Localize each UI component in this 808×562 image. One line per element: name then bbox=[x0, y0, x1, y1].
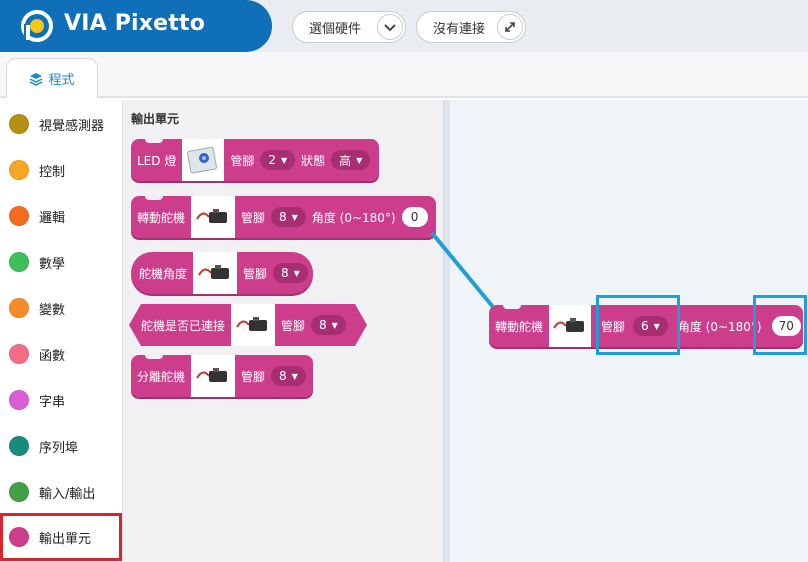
category-color-dot bbox=[9, 114, 29, 134]
block-label: LED 燈 bbox=[137, 153, 177, 168]
block-notch bbox=[145, 195, 163, 200]
servo-motor-icon bbox=[193, 252, 238, 294]
category-label: 控制 bbox=[39, 164, 66, 180]
category-vision-sensor[interactable]: 視覺感測器 bbox=[0, 104, 122, 144]
servo-connected-block[interactable]: 舵機是否已連接 管腳 8 ▼ bbox=[141, 304, 355, 346]
tab-program[interactable]: 程式 bbox=[6, 58, 98, 98]
dropdown-arrow-icon: ▼ bbox=[291, 371, 298, 381]
block-label: 管腳 bbox=[230, 153, 255, 168]
block-label: 轉動舵機 bbox=[137, 210, 186, 225]
angle-input[interactable]: 0 bbox=[401, 207, 428, 227]
block-notch bbox=[145, 354, 163, 359]
select-hardware-button[interactable]: 選個硬件 bbox=[292, 11, 406, 43]
category-label: 變數 bbox=[39, 302, 66, 318]
category-label: 視覺感測器 bbox=[39, 118, 105, 134]
servo-angle-block[interactable]: 舵機角度 管腳 8 ▼ bbox=[131, 252, 313, 294]
pixetto-logo-icon bbox=[21, 10, 53, 42]
logo-area: VIA Pixetto bbox=[0, 0, 272, 52]
block-label: 角度 (0~180°) bbox=[677, 319, 762, 334]
category-color-dot bbox=[9, 298, 29, 318]
category-color-dot bbox=[9, 436, 29, 456]
category-logic[interactable]: 邏輯 bbox=[0, 196, 122, 236]
block-label: 狀態 bbox=[301, 153, 326, 168]
category-functions[interactable]: 函數 bbox=[0, 334, 122, 374]
flyout-title: 輸出單元 bbox=[131, 112, 180, 126]
dropdown-value: 8 bbox=[319, 318, 327, 332]
pin-dropdown[interactable]: 2 ▼ bbox=[260, 150, 296, 170]
servo-rotate-block[interactable]: 轉動舵機 管腳 8 ▼ 角度 (0~180°) 0 bbox=[131, 195, 436, 238]
app-window: VIA Pixetto 選個硬件 沒有連接 程式 視覺感測器 控制 邏輯 數學 … bbox=[0, 0, 808, 562]
category-label: 邏輯 bbox=[39, 210, 66, 226]
dropdown-value: 高 bbox=[339, 153, 352, 168]
pin-dropdown[interactable]: 8 ▼ bbox=[271, 366, 306, 386]
block-label: 舵機是否已連接 bbox=[141, 318, 226, 333]
top-header: VIA Pixetto 選個硬件 沒有連接 bbox=[0, 0, 808, 52]
dropdown-arrow-icon: ▼ bbox=[356, 155, 363, 165]
dropdown-value: 8 bbox=[279, 210, 287, 224]
category-input-output[interactable]: 輸入/輸出 bbox=[0, 472, 122, 512]
connection-button[interactable]: 沒有連接 bbox=[416, 11, 526, 43]
block-label: 角度 (0~180°) bbox=[311, 210, 396, 225]
category-sidebar: 視覺感測器 控制 邏輯 數學 變數 函數 字串 序列埠 輸入/輸出 輸出單元 bbox=[0, 100, 123, 562]
block-label: 管腳 bbox=[241, 369, 266, 384]
category-output-unit[interactable]: 輸出單元 bbox=[0, 513, 122, 561]
block-label: 管腳 bbox=[243, 266, 268, 281]
servo-motor-icon bbox=[191, 355, 236, 397]
led-block[interactable]: LED 燈 管腳 2 ▼ 狀態 高 ▼ bbox=[131, 138, 379, 181]
dropdown-arrow-icon: ▼ bbox=[291, 212, 298, 222]
category-color-dot bbox=[9, 390, 29, 410]
category-color-dot bbox=[9, 482, 29, 502]
block-notch bbox=[145, 138, 163, 143]
dropdown-value: 8 bbox=[281, 266, 289, 280]
dropdown-arrow-icon: ▼ bbox=[293, 268, 300, 278]
state-dropdown[interactable]: 高 ▼ bbox=[331, 150, 371, 170]
category-label: 輸出單元 bbox=[39, 531, 92, 547]
servo-motor-icon bbox=[231, 304, 276, 346]
led-module-icon bbox=[182, 139, 225, 181]
dropdown-value: 8 bbox=[279, 369, 287, 383]
layers-icon bbox=[30, 72, 43, 86]
servo-motor-icon bbox=[549, 305, 592, 347]
category-control[interactable]: 控制 bbox=[0, 150, 122, 190]
block-notch bbox=[503, 304, 521, 309]
category-label: 序列埠 bbox=[39, 440, 79, 456]
angle-highlight-box bbox=[753, 295, 807, 355]
category-label: 函數 bbox=[39, 348, 66, 364]
category-math[interactable]: 數學 bbox=[0, 242, 122, 282]
connection-status-label: 沒有連接 bbox=[433, 21, 486, 37]
servo-detach-block[interactable]: 分離舵機 管腳 8 ▼ bbox=[131, 354, 313, 397]
block-label: 轉動舵機 bbox=[495, 319, 544, 334]
select-hardware-label: 選個硬件 bbox=[309, 21, 362, 37]
category-label: 輸入/輸出 bbox=[39, 486, 96, 502]
dropdown-value: 2 bbox=[268, 153, 276, 167]
category-serial-port[interactable]: 序列埠 bbox=[0, 426, 122, 466]
block-label: 管腳 bbox=[281, 318, 306, 333]
block-label: 管腳 bbox=[241, 210, 266, 225]
block-workspace[interactable]: 轉動舵機 管腳 6 ▼ 角度 (0~180°) 70 bbox=[444, 100, 808, 562]
category-strings[interactable]: 字串 bbox=[0, 380, 122, 420]
chevron-down-icon[interactable] bbox=[377, 14, 403, 40]
pin-dropdown[interactable]: 8 ▼ bbox=[311, 315, 346, 335]
category-color-dot bbox=[9, 206, 29, 226]
block-flyout: 輸出單元 LED 燈 管腳 2 ▼ 狀態 高 ▼ 轉動舵機 管腳 8 ▼ 角度 … bbox=[123, 100, 444, 562]
block-label: 舵機角度 bbox=[139, 266, 188, 281]
category-color-dot bbox=[9, 344, 29, 364]
tab-bar: 程式 bbox=[0, 52, 808, 98]
category-label: 字串 bbox=[39, 394, 66, 410]
tab-program-label: 程式 bbox=[48, 73, 75, 88]
dropdown-arrow-icon: ▼ bbox=[331, 320, 338, 330]
pin-dropdown[interactable]: 8 ▼ bbox=[271, 207, 306, 227]
expand-arrows-icon[interactable] bbox=[497, 14, 523, 40]
category-label: 數學 bbox=[39, 256, 66, 272]
pin-dropdown[interactable]: 8 ▼ bbox=[273, 263, 308, 283]
category-color-dot bbox=[9, 160, 29, 180]
dropdown-arrow-icon: ▼ bbox=[280, 155, 288, 165]
category-color-dot bbox=[9, 252, 29, 272]
servo-motor-icon bbox=[191, 196, 236, 238]
logo-text: VIA Pixetto bbox=[64, 11, 206, 36]
category-color-dot bbox=[9, 527, 29, 547]
category-variables[interactable]: 變數 bbox=[0, 288, 122, 328]
block-label: 分離舵機 bbox=[137, 369, 186, 384]
pin-highlight-box bbox=[596, 295, 680, 355]
